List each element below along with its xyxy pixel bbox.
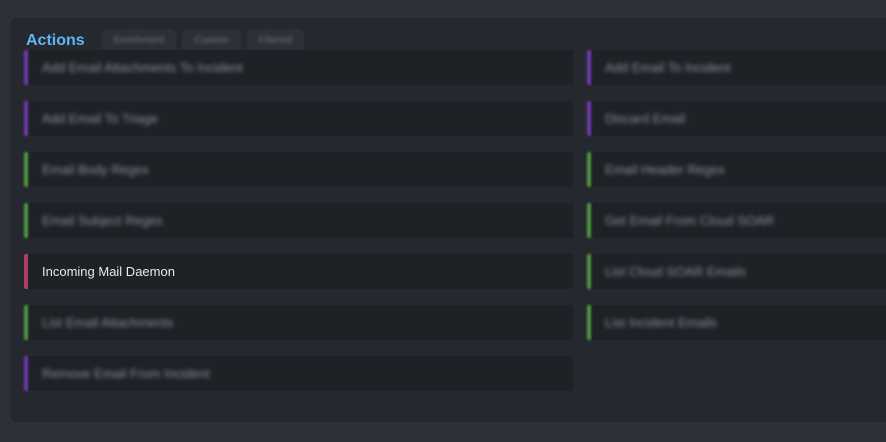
action-category-stripe	[24, 50, 28, 85]
action-item[interactable]: Add Email To Triage	[24, 101, 573, 136]
action-item[interactable]: Get Email From Cloud SOAR	[587, 203, 886, 238]
action-item-label: Email Body Regex	[42, 162, 149, 177]
action-category-stripe	[24, 152, 28, 187]
action-category-stripe	[587, 254, 591, 289]
action-item-label: List Cloud SOAR Emails	[605, 264, 746, 279]
action-category-stripe	[24, 305, 28, 340]
action-item-label: Add Email Attachments To Incident	[42, 60, 243, 75]
actions-title: Actions	[26, 32, 85, 49]
action-item[interactable]: Email Header Regex	[587, 152, 886, 187]
filter-chip-filtered[interactable]: Filtered	[247, 30, 304, 52]
action-item-label: Get Email From Cloud SOAR	[605, 213, 775, 228]
filter-chip-custom[interactable]: Custom	[183, 30, 240, 52]
action-category-stripe	[24, 203, 28, 238]
action-item[interactable]: Email Body Regex	[24, 152, 573, 187]
action-category-stripe	[587, 203, 591, 238]
action-category-stripe	[587, 50, 591, 85]
action-item[interactable]: List Cloud SOAR Emails	[587, 254, 886, 289]
action-item-label: Email Header Regex	[605, 162, 725, 177]
action-category-stripe	[587, 101, 591, 136]
action-item-label: List Incident Emails	[605, 315, 717, 330]
action-item[interactable]: List Email Attachments	[24, 305, 573, 340]
action-item-label: Add Email To Incident	[605, 60, 731, 75]
action-item-label: Remove Email From Incident	[42, 366, 210, 381]
action-item-label: List Email Attachments	[42, 315, 174, 330]
action-item[interactable]: Add Email To Incident	[587, 50, 886, 85]
action-item[interactable]: Add Email Attachments To Incident	[24, 50, 573, 85]
action-category-stripe	[24, 254, 28, 289]
action-item-label: Discard Email	[605, 111, 686, 126]
action-category-stripe	[24, 356, 28, 391]
action-category-stripe	[587, 152, 591, 187]
filter-chip-enrichment[interactable]: Enrichment	[102, 30, 176, 52]
action-category-stripe	[587, 305, 591, 340]
action-item-label: Add Email To Triage	[42, 111, 159, 126]
action-item[interactable]: Incoming Mail Daemon	[24, 254, 573, 289]
action-item[interactable]: Remove Email From Incident	[24, 356, 573, 391]
action-item-label: Email Subject Regex	[42, 213, 163, 228]
action-item[interactable]: Discard Email	[587, 101, 886, 136]
action-category-stripe	[24, 101, 28, 136]
action-item[interactable]: Email Subject Regex	[24, 203, 573, 238]
action-item[interactable]: List Incident Emails	[587, 305, 886, 340]
action-item-label: Incoming Mail Daemon	[42, 264, 175, 279]
